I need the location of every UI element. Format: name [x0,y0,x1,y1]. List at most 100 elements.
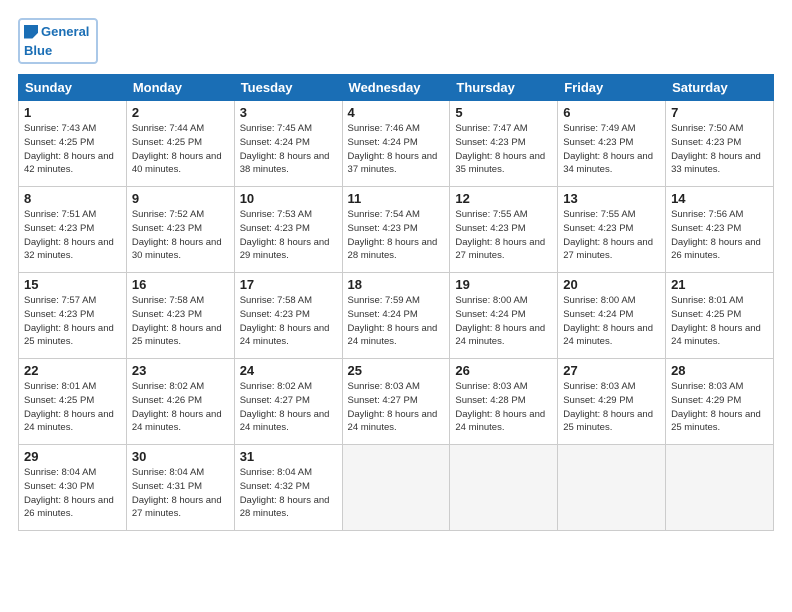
day-info: Sunrise: 8:00 AM Sunset: 4:24 PM Dayligh… [563,294,660,349]
calendar-day-cell: 23 Sunrise: 8:02 AM Sunset: 4:26 PM Dayl… [126,359,234,445]
calendar-day-cell: 31 Sunrise: 8:04 AM Sunset: 4:32 PM Dayl… [234,445,342,531]
day-info: Sunrise: 8:03 AM Sunset: 4:28 PM Dayligh… [455,380,552,435]
day-number: 17 [240,277,337,292]
day-number: 11 [348,191,445,206]
day-info: Sunrise: 7:51 AM Sunset: 4:23 PM Dayligh… [24,208,121,263]
day-info: Sunrise: 7:45 AM Sunset: 4:24 PM Dayligh… [240,122,337,177]
calendar-day-cell: 19 Sunrise: 8:00 AM Sunset: 4:24 PM Dayl… [450,273,558,359]
day-info: Sunrise: 7:57 AM Sunset: 4:23 PM Dayligh… [24,294,121,349]
calendar-header-row: SundayMondayTuesdayWednesdayThursdayFrid… [19,75,774,101]
day-info: Sunrise: 8:03 AM Sunset: 4:29 PM Dayligh… [563,380,660,435]
calendar-page: General Blue SundayMondayTuesdayWednesda… [0,0,792,612]
calendar-day-cell: 13 Sunrise: 7:55 AM Sunset: 4:23 PM Dayl… [558,187,666,273]
day-info: Sunrise: 7:55 AM Sunset: 4:23 PM Dayligh… [563,208,660,263]
calendar-day-cell: 11 Sunrise: 7:54 AM Sunset: 4:23 PM Dayl… [342,187,450,273]
day-number: 23 [132,363,229,378]
day-number: 29 [24,449,121,464]
calendar-day-cell [342,445,450,531]
day-number: 15 [24,277,121,292]
calendar-day-cell: 6 Sunrise: 7:49 AM Sunset: 4:23 PM Dayli… [558,101,666,187]
day-info: Sunrise: 7:58 AM Sunset: 4:23 PM Dayligh… [132,294,229,349]
day-number: 20 [563,277,660,292]
day-number: 1 [24,105,121,120]
day-number: 26 [455,363,552,378]
logo-graphic [24,25,38,39]
calendar-day-cell: 30 Sunrise: 8:04 AM Sunset: 4:31 PM Dayl… [126,445,234,531]
day-number: 30 [132,449,229,464]
calendar-header-saturday: Saturday [666,75,774,101]
calendar-week-row: 1 Sunrise: 7:43 AM Sunset: 4:25 PM Dayli… [19,101,774,187]
day-info: Sunrise: 7:52 AM Sunset: 4:23 PM Dayligh… [132,208,229,263]
day-info: Sunrise: 8:01 AM Sunset: 4:25 PM Dayligh… [671,294,768,349]
day-info: Sunrise: 7:55 AM Sunset: 4:23 PM Dayligh… [455,208,552,263]
day-number: 16 [132,277,229,292]
calendar-day-cell: 4 Sunrise: 7:46 AM Sunset: 4:24 PM Dayli… [342,101,450,187]
calendar-header-sunday: Sunday [19,75,127,101]
day-number: 19 [455,277,552,292]
day-number: 22 [24,363,121,378]
day-number: 10 [240,191,337,206]
day-info: Sunrise: 8:03 AM Sunset: 4:27 PM Dayligh… [348,380,445,435]
calendar-day-cell: 28 Sunrise: 8:03 AM Sunset: 4:29 PM Dayl… [666,359,774,445]
day-info: Sunrise: 7:46 AM Sunset: 4:24 PM Dayligh… [348,122,445,177]
calendar-day-cell: 1 Sunrise: 7:43 AM Sunset: 4:25 PM Dayli… [19,101,127,187]
calendar-day-cell [666,445,774,531]
calendar-header-monday: Monday [126,75,234,101]
calendar-day-cell: 17 Sunrise: 7:58 AM Sunset: 4:23 PM Dayl… [234,273,342,359]
calendar-day-cell: 12 Sunrise: 7:55 AM Sunset: 4:23 PM Dayl… [450,187,558,273]
logo-top: General [24,24,89,39]
day-info: Sunrise: 7:50 AM Sunset: 4:23 PM Dayligh… [671,122,768,177]
calendar-day-cell: 16 Sunrise: 7:58 AM Sunset: 4:23 PM Dayl… [126,273,234,359]
day-number: 9 [132,191,229,206]
calendar-week-row: 8 Sunrise: 7:51 AM Sunset: 4:23 PM Dayli… [19,187,774,273]
calendar-day-cell: 8 Sunrise: 7:51 AM Sunset: 4:23 PM Dayli… [19,187,127,273]
calendar-day-cell: 20 Sunrise: 8:00 AM Sunset: 4:24 PM Dayl… [558,273,666,359]
calendar-header-wednesday: Wednesday [342,75,450,101]
calendar-day-cell: 29 Sunrise: 8:04 AM Sunset: 4:30 PM Dayl… [19,445,127,531]
day-number: 12 [455,191,552,206]
day-number: 31 [240,449,337,464]
day-number: 7 [671,105,768,120]
day-info: Sunrise: 8:03 AM Sunset: 4:29 PM Dayligh… [671,380,768,435]
day-info: Sunrise: 7:49 AM Sunset: 4:23 PM Dayligh… [563,122,660,177]
calendar-day-cell: 15 Sunrise: 7:57 AM Sunset: 4:23 PM Dayl… [19,273,127,359]
calendar-day-cell: 18 Sunrise: 7:59 AM Sunset: 4:24 PM Dayl… [342,273,450,359]
calendar-day-cell: 25 Sunrise: 8:03 AM Sunset: 4:27 PM Dayl… [342,359,450,445]
day-info: Sunrise: 7:58 AM Sunset: 4:23 PM Dayligh… [240,294,337,349]
day-info: Sunrise: 7:59 AM Sunset: 4:24 PM Dayligh… [348,294,445,349]
logo-blue-text: Blue [24,43,52,58]
day-info: Sunrise: 7:44 AM Sunset: 4:25 PM Dayligh… [132,122,229,177]
day-number: 8 [24,191,121,206]
calendar-day-cell: 5 Sunrise: 7:47 AM Sunset: 4:23 PM Dayli… [450,101,558,187]
day-number: 21 [671,277,768,292]
day-info: Sunrise: 8:02 AM Sunset: 4:27 PM Dayligh… [240,380,337,435]
day-info: Sunrise: 7:47 AM Sunset: 4:23 PM Dayligh… [455,122,552,177]
calendar-day-cell: 9 Sunrise: 7:52 AM Sunset: 4:23 PM Dayli… [126,187,234,273]
calendar-week-row: 29 Sunrise: 8:04 AM Sunset: 4:30 PM Dayl… [19,445,774,531]
calendar-day-cell: 24 Sunrise: 8:02 AM Sunset: 4:27 PM Dayl… [234,359,342,445]
calendar-header-thursday: Thursday [450,75,558,101]
day-info: Sunrise: 7:43 AM Sunset: 4:25 PM Dayligh… [24,122,121,177]
day-number: 14 [671,191,768,206]
day-number: 24 [240,363,337,378]
calendar-day-cell: 26 Sunrise: 8:03 AM Sunset: 4:28 PM Dayl… [450,359,558,445]
calendar-day-cell: 10 Sunrise: 7:53 AM Sunset: 4:23 PM Dayl… [234,187,342,273]
calendar-day-cell: 7 Sunrise: 7:50 AM Sunset: 4:23 PM Dayli… [666,101,774,187]
calendar-day-cell: 27 Sunrise: 8:03 AM Sunset: 4:29 PM Dayl… [558,359,666,445]
calendar-day-cell: 22 Sunrise: 8:01 AM Sunset: 4:25 PM Dayl… [19,359,127,445]
calendar-day-cell [558,445,666,531]
day-number: 2 [132,105,229,120]
calendar-header-tuesday: Tuesday [234,75,342,101]
day-number: 28 [671,363,768,378]
day-number: 3 [240,105,337,120]
calendar-header-friday: Friday [558,75,666,101]
calendar-day-cell: 14 Sunrise: 7:56 AM Sunset: 4:23 PM Dayl… [666,187,774,273]
logo-general-text: General [41,24,89,39]
calendar-day-cell: 2 Sunrise: 7:44 AM Sunset: 4:25 PM Dayli… [126,101,234,187]
calendar-day-cell: 3 Sunrise: 7:45 AM Sunset: 4:24 PM Dayli… [234,101,342,187]
day-number: 6 [563,105,660,120]
day-info: Sunrise: 8:04 AM Sunset: 4:30 PM Dayligh… [24,466,121,521]
day-info: Sunrise: 8:01 AM Sunset: 4:25 PM Dayligh… [24,380,121,435]
logo: General Blue [18,18,98,64]
day-info: Sunrise: 7:54 AM Sunset: 4:23 PM Dayligh… [348,208,445,263]
